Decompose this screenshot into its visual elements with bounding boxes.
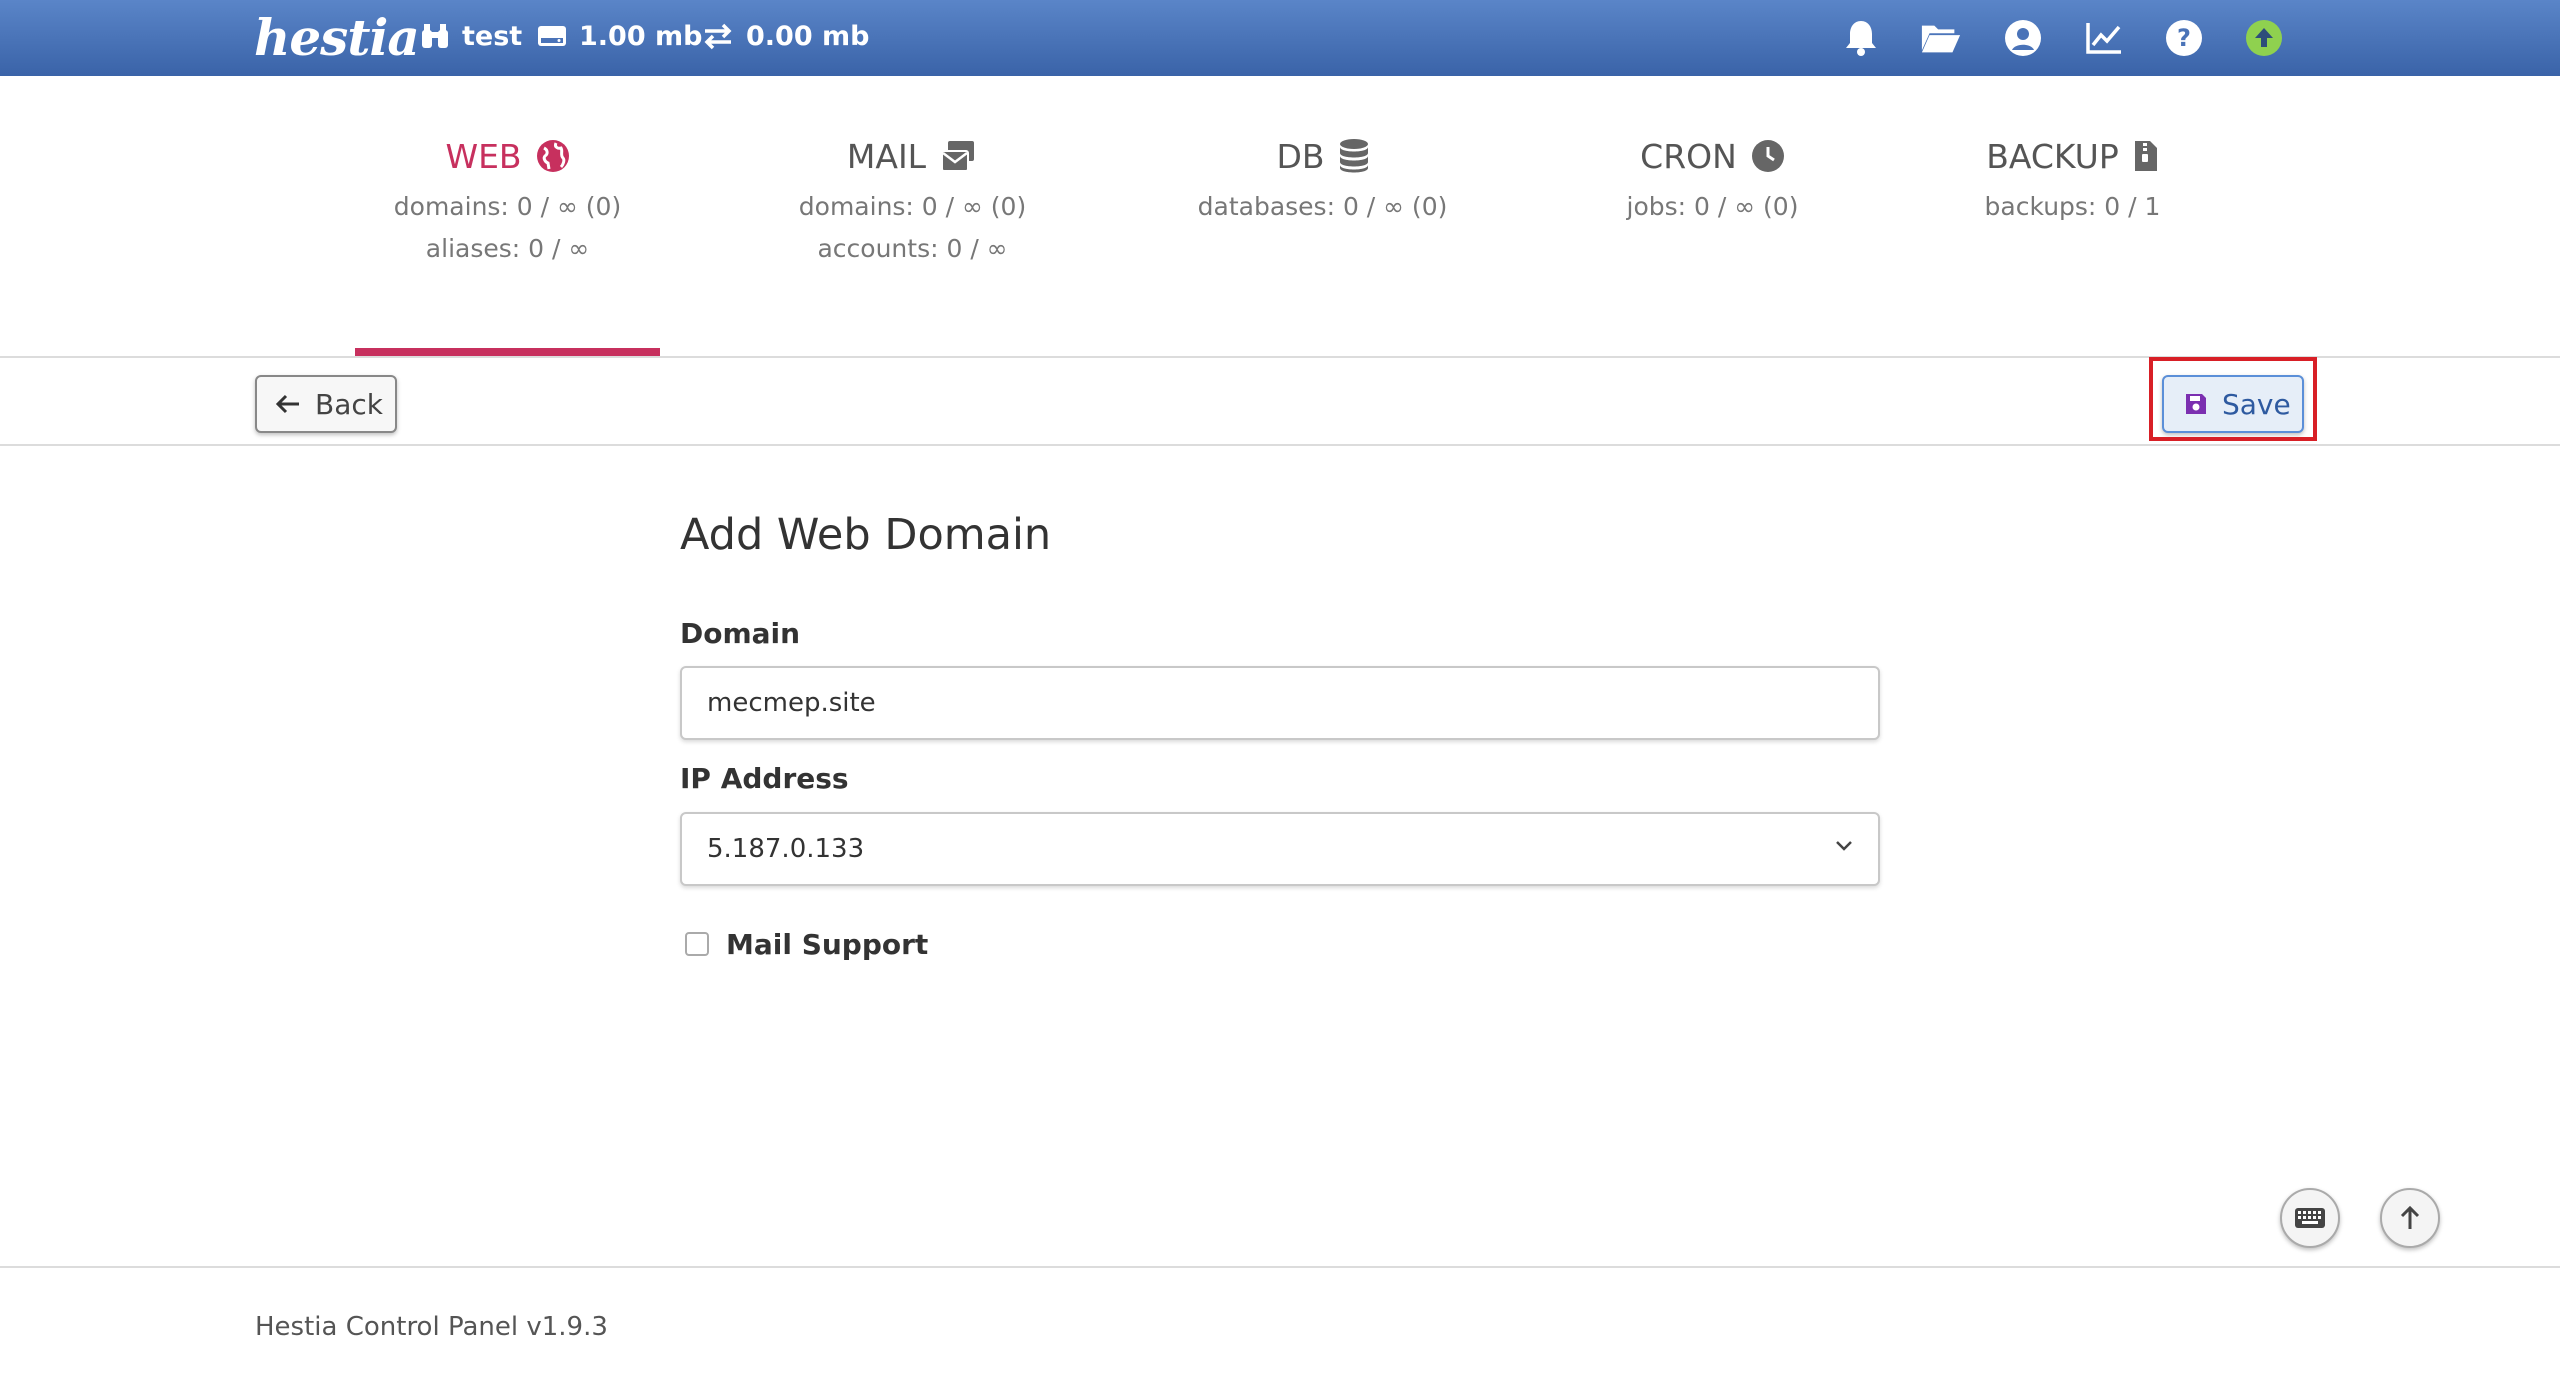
svg-text:?: ? xyxy=(2177,24,2191,52)
arrow-left-icon xyxy=(275,394,299,414)
ip-address-label: IP Address xyxy=(680,762,849,795)
page-title: Add Web Domain xyxy=(680,510,1052,560)
arrow-up-icon xyxy=(2400,1205,2420,1229)
tab-web-line-2: aliases: 0 / ∞ xyxy=(425,234,590,263)
username-text: test xyxy=(462,20,523,52)
globe-icon xyxy=(536,140,569,172)
disk-stat: 1.00 mb xyxy=(537,16,702,56)
mail-support-checkbox[interactable] xyxy=(685,932,709,956)
folder-open-icon xyxy=(1921,25,1961,53)
tab-cron-title: CRON xyxy=(1640,136,1737,176)
chevron-down-icon xyxy=(1836,841,1852,851)
user-stat[interactable]: test xyxy=(420,16,522,56)
tab-backup-line-1: backups: 0 / 1 xyxy=(1984,192,2161,221)
arrows-swap-icon xyxy=(704,23,732,50)
tab-cron-line-1: jobs: 0 / ∞ (0) xyxy=(1626,192,1799,221)
scroll-to-top-button[interactable] xyxy=(2380,1188,2440,1248)
keyboard-icon xyxy=(2295,1208,2325,1228)
footer-version-text: Hestia Control Panel v1.9.3 xyxy=(255,1312,608,1342)
save-button-highlight xyxy=(2149,357,2317,441)
tab-mail-title: MAIL xyxy=(846,136,927,176)
tab-web-line-1: domains: 0 / ∞ (0) xyxy=(393,192,622,221)
hdd-icon xyxy=(538,26,566,46)
tab-mail[interactable]: MAIL domains: 0 / ∞ (0) accounts: 0 / ∞ xyxy=(760,126,1065,270)
bell-icon xyxy=(1846,21,1876,56)
domain-input[interactable]: mecmep.site xyxy=(680,666,1880,740)
domain-input-value: mecmep.site xyxy=(707,688,876,718)
bandwidth-stat: 0.00 mb xyxy=(702,16,869,56)
ip-address-select-value: 5.187.0.133 xyxy=(707,834,865,864)
ip-address-select[interactable]: 5.187.0.133 xyxy=(680,812,1880,886)
file-manager-button[interactable] xyxy=(1920,17,1962,59)
section-tabs: WEB domains: 0 / ∞ (0) aliases: 0 / ∞ MA… xyxy=(0,76,2560,358)
statistics-button[interactable] xyxy=(2083,17,2125,59)
tab-web-title: WEB xyxy=(445,136,522,176)
domain-label: Domain xyxy=(680,617,801,650)
help-button[interactable]: ? xyxy=(2163,17,2205,59)
keyboard-shortcuts-button[interactable] xyxy=(2280,1188,2340,1248)
notifications-button[interactable] xyxy=(1840,17,1882,59)
file-zip-icon xyxy=(2134,141,2157,171)
tab-db-line-1: databases: 0 / ∞ (0) xyxy=(1197,192,1448,221)
top-navbar: hestia test 1.00 mb 0.00 mb ? xyxy=(0,0,2560,76)
tab-web[interactable]: WEB domains: 0 / ∞ (0) aliases: 0 / ∞ xyxy=(355,126,660,270)
binoculars-icon xyxy=(422,24,448,48)
disk-usage-text: 1.00 mb xyxy=(579,20,703,52)
tab-db-title: DB xyxy=(1276,136,1325,176)
tab-mail-line-1: domains: 0 / ∞ (0) xyxy=(798,192,1027,221)
user-circle-icon xyxy=(2005,20,2041,56)
bandwidth-text: 0.00 mb xyxy=(746,20,870,52)
tab-mail-line-2: accounts: 0 / ∞ xyxy=(817,234,1008,263)
back-button[interactable]: Back xyxy=(255,375,397,433)
hestia-logo[interactable]: hestia xyxy=(254,4,420,72)
tab-db[interactable]: DB databases: 0 / ∞ (0) xyxy=(1170,126,1475,228)
tab-backup[interactable]: BACKUP backups: 0 / 1 xyxy=(1920,126,2225,228)
tab-backup-title: BACKUP xyxy=(1986,136,2119,176)
clock-icon xyxy=(1751,140,1784,172)
question-circle-icon: ? xyxy=(2166,20,2202,56)
back-button-label: Back xyxy=(315,387,383,421)
user-menu-button[interactable] xyxy=(2002,17,2044,59)
mail-stack-icon xyxy=(941,141,975,172)
tab-cron[interactable]: CRON jobs: 0 / ∞ (0) xyxy=(1560,126,1865,228)
mail-support-label[interactable]: Mail Support xyxy=(726,928,928,961)
active-tab-indicator xyxy=(355,348,660,356)
database-icon xyxy=(1339,139,1368,173)
chart-line-icon xyxy=(2086,23,2121,54)
footer: Hestia Control Panel v1.9.3 xyxy=(0,1266,2560,1388)
update-arrow-icon xyxy=(2246,20,2282,56)
updates-button[interactable] xyxy=(2243,17,2285,59)
